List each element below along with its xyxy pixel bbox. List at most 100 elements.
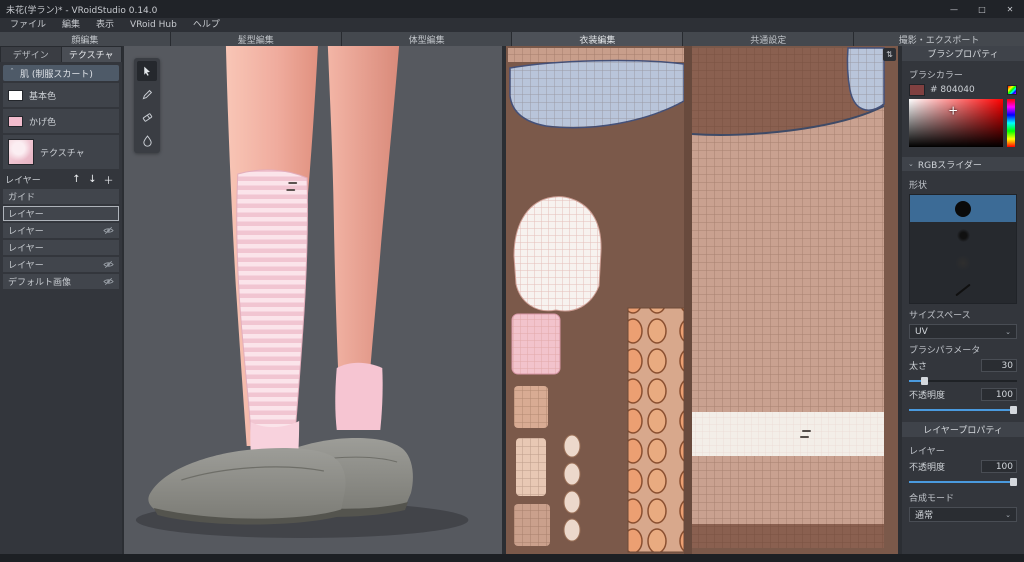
layer-label: レイヤー — [8, 207, 44, 220]
airbrush-icon — [955, 255, 971, 271]
rgb-slider-toggle[interactable]: ⌄ RGBスライダー — [902, 157, 1024, 171]
tab-body-edit[interactable]: 体型編集 — [342, 32, 512, 46]
brush-color-hex: # 804040 — [930, 85, 975, 95]
app-window: 未花(学ラン)* - VRoidStudio 0.14.0 — □ ✕ ファイル… — [0, 0, 1024, 562]
thickness-slider-group: 太さ 30 — [909, 359, 1017, 386]
layer-name-label: レイヤー — [909, 444, 1017, 457]
hard-circle-icon — [955, 201, 971, 217]
shade-color-row[interactable]: かげ色 — [3, 109, 119, 133]
tab-common-settings[interactable]: 共通設定 — [683, 32, 853, 46]
brush-tool-button[interactable] — [137, 84, 157, 104]
tab-photo-export[interactable]: 撮影・エクスポート — [854, 32, 1024, 46]
palette-icon[interactable] — [1007, 85, 1017, 95]
main-tabbar: 顔編集 髪型編集 体型編集 衣装編集 共通設定 撮影・エクスポート — [0, 32, 1024, 46]
brush-shape-stroke[interactable] — [910, 276, 1016, 303]
layer-opacity-slider[interactable] — [909, 477, 1017, 487]
uv-texture-canvas[interactable]: ⇅ — [506, 46, 902, 554]
menu-view[interactable]: 表示 — [88, 18, 122, 32]
layer-row-default-image[interactable]: デフォルト画像 — [3, 274, 119, 289]
uv-map-render — [506, 46, 898, 554]
layer-row[interactable]: レイヤー — [3, 240, 119, 255]
left-panel-tabbar: デザイン テクスチャ — [0, 46, 122, 62]
brush-color-row: # 804040 — [909, 84, 1017, 96]
eraser-tool-button[interactable] — [137, 107, 157, 127]
section-header-skin[interactable]: ＾ 肌 (制服スカート) — [3, 65, 119, 81]
eyedropper-tool-button[interactable] — [137, 130, 157, 150]
opacity-value-input[interactable]: 100 — [981, 388, 1017, 401]
tab-face-edit[interactable]: 顔編集 — [0, 32, 170, 46]
chevron-down-icon: ⌄ — [1005, 328, 1011, 336]
statusbar — [0, 554, 1024, 562]
layer-row[interactable]: レイヤー — [3, 223, 119, 238]
layer-move-up-button[interactable]: ↑ — [70, 174, 83, 185]
visibility-off-icon[interactable] — [103, 259, 114, 270]
blend-mode-dropdown[interactable]: 通常 ⌄ — [909, 507, 1017, 522]
thickness-label: 太さ — [909, 359, 927, 372]
cursor-icon — [141, 65, 154, 78]
layers-header-label: レイヤー — [5, 173, 41, 186]
picker-crosshair-icon: + — [948, 103, 958, 117]
menu-file[interactable]: ファイル — [2, 18, 54, 32]
brush-params-label: ブラシパラメータ — [909, 343, 1017, 356]
opacity-slider[interactable] — [909, 405, 1017, 415]
size-space-dropdown[interactable]: UV ⌄ — [909, 324, 1017, 339]
menu-edit[interactable]: 編集 — [54, 18, 88, 32]
layer-move-down-button[interactable]: ↓ — [86, 174, 99, 185]
size-space-label: サイズスペース — [909, 308, 1017, 321]
layer-opacity-label: 不透明度 — [909, 460, 945, 473]
visibility-off-icon[interactable] — [103, 225, 114, 236]
brush-color-section: ブラシカラー # 804040 + — [902, 61, 1024, 152]
paint-toolbar — [134, 58, 160, 153]
layer-row-guide[interactable]: ガイド — [3, 189, 119, 204]
layer-opacity-value-input[interactable]: 100 — [981, 460, 1017, 473]
content-area: デザイン テクスチャ ＾ 肌 (制服スカート) 基本色 かげ色 — [0, 46, 1024, 554]
brush-shape-list — [909, 194, 1017, 304]
layer-label: ガイド — [8, 190, 35, 203]
menu-vroid-hub[interactable]: VRoid Hub — [122, 18, 185, 32]
viewport-3d[interactable] — [124, 46, 506, 554]
base-color-row[interactable]: 基本色 — [3, 83, 119, 107]
chevron-down-icon: ⌄ — [908, 160, 914, 168]
shade-color-swatch[interactable] — [8, 116, 23, 127]
layer-row[interactable]: レイヤー — [3, 257, 119, 272]
brush-color-swatch[interactable] — [909, 84, 925, 96]
tab-texture[interactable]: テクスチャ — [62, 47, 122, 62]
maximize-button[interactable]: □ — [968, 0, 996, 18]
tab-hair-edit[interactable]: 髪型編集 — [171, 32, 341, 46]
layer-add-button[interactable]: ＋ — [102, 172, 115, 187]
texture-thumbnail[interactable] — [8, 139, 34, 165]
select-tool-button[interactable] — [137, 61, 157, 81]
brush-shape-section: 形状 サイズスペース UV ⌄ ブラシパラメータ 太さ 30 — [902, 171, 1024, 422]
layer-row-selected[interactable]: レイヤー — [3, 206, 119, 221]
stroke-line-icon — [955, 283, 970, 296]
layer-opacity-slider-group: 不透明度 100 — [909, 460, 1017, 487]
soft-circle-icon — [957, 229, 970, 242]
left-panel-body: ＾ 肌 (制服スカート) 基本色 かげ色 テクスチャ レイヤー — [0, 62, 122, 292]
opacity-slider-group: 不透明度 100 — [909, 388, 1017, 415]
brush-shape-hard-circle[interactable] — [910, 195, 1016, 222]
tab-design[interactable]: デザイン — [1, 47, 61, 62]
texture-row[interactable]: テクスチャ — [3, 135, 119, 169]
size-space-value: UV — [915, 327, 928, 337]
base-color-swatch[interactable] — [8, 90, 23, 101]
fit-view-button[interactable]: ⇅ — [883, 48, 896, 61]
close-button[interactable]: ✕ — [996, 0, 1024, 18]
hue-slider[interactable] — [1007, 99, 1015, 147]
brush-shape-soft-circle[interactable] — [910, 222, 1016, 249]
brush-shape-airbrush[interactable] — [910, 249, 1016, 276]
character-legs-render — [124, 46, 502, 554]
visibility-off-icon[interactable] — [103, 276, 114, 287]
saturation-value-picker[interactable]: + — [909, 99, 1003, 147]
menu-help[interactable]: ヘルプ — [185, 18, 228, 32]
thickness-slider[interactable] — [909, 376, 1017, 386]
thickness-value-input[interactable]: 30 — [981, 359, 1017, 372]
layer-label: レイヤー — [8, 258, 44, 271]
layer-label: レイヤー — [8, 224, 44, 237]
shape-label: 形状 — [909, 178, 1017, 191]
tab-outfit-edit[interactable]: 衣装編集 — [512, 32, 682, 46]
brush-color-label: ブラシカラー — [909, 68, 1017, 81]
eraser-icon — [141, 111, 154, 124]
section-title: 肌 (制服スカート) — [20, 67, 93, 80]
minimize-button[interactable]: — — [940, 0, 968, 18]
layer-label: デフォルト画像 — [8, 275, 71, 288]
